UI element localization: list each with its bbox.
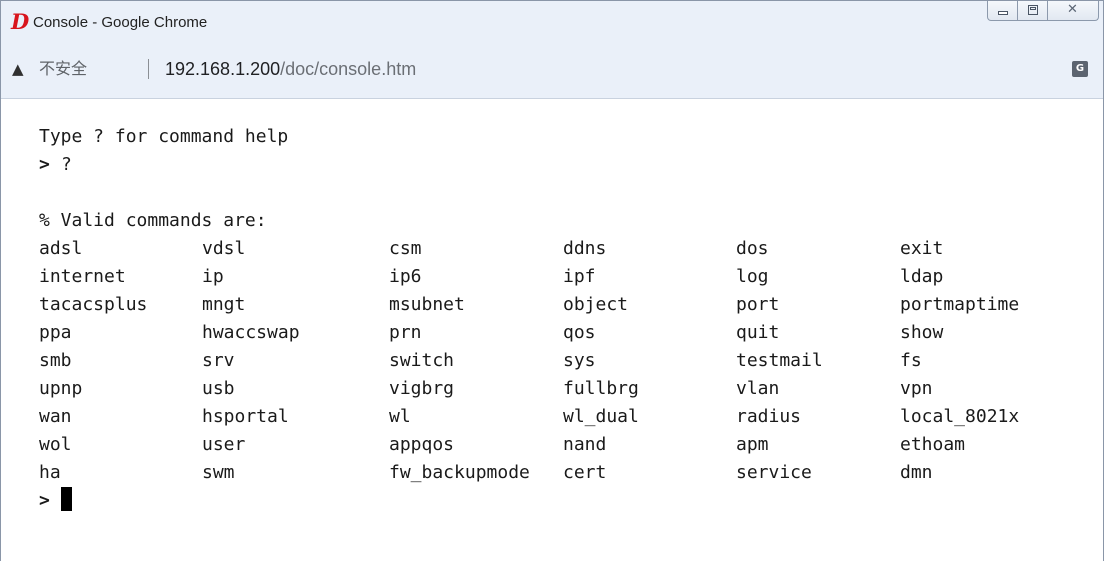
- address-divider: [148, 59, 149, 79]
- address-bar[interactable]: ▲ 不安全 192.168.1.200/doc/console.htm G: [1, 45, 1103, 99]
- command-item: exit: [900, 238, 944, 259]
- command-item: ip6: [389, 266, 422, 287]
- console-input-line: >?: [39, 151, 288, 179]
- title-bar: D Console - Google Chrome ✕: [1, 1, 1103, 45]
- command-item: adsl: [39, 238, 83, 259]
- command-item: port: [736, 294, 780, 315]
- command-item: ppa: [39, 322, 72, 343]
- maximize-button[interactable]: [1017, 1, 1048, 21]
- command-item: mngt: [202, 294, 246, 315]
- command-item: vigbrg: [389, 378, 455, 399]
- command-item: internet: [39, 266, 126, 287]
- command-row: internet ip ip6 ipf log ldap: [39, 263, 943, 291]
- command-item: swm: [202, 462, 235, 483]
- command-item: ethoam: [900, 434, 966, 455]
- command-item: fs: [900, 350, 922, 371]
- translate-icon[interactable]: G: [1072, 61, 1088, 77]
- command-row: adsl vdsl csm ddns dos exit: [39, 235, 943, 263]
- command-item: vpn: [900, 378, 933, 399]
- command-item: testmail: [736, 350, 823, 371]
- command-item: fw_backupmode: [389, 462, 530, 483]
- command-row: tacacsplus mngt msubnet object port portmapti…: [39, 291, 1019, 319]
- command-item: srv: [202, 350, 235, 371]
- url-field[interactable]: 192.168.1.200/doc/console.htm: [165, 58, 416, 80]
- close-button[interactable]: ✕: [1047, 1, 1099, 21]
- minimize-button[interactable]: [987, 1, 1018, 21]
- command-item: msubnet: [389, 294, 465, 315]
- command-item: fullbrg: [563, 378, 639, 399]
- console-output[interactable]: Type ? for command help >? % Valid comma…: [39, 123, 1019, 515]
- command-item: ha: [39, 462, 61, 483]
- command-item: user: [202, 434, 246, 455]
- command-item: sys: [563, 350, 596, 371]
- command-item: ddns: [563, 238, 607, 259]
- command-item: nand: [563, 434, 607, 455]
- prompt-marker: >: [39, 154, 50, 175]
- command-row: ha swm fw_backupmode cert service dmn: [39, 459, 933, 487]
- console-prompt-line[interactable]: >: [39, 487, 288, 515]
- url-host: 192.168.1.200: [165, 59, 281, 79]
- command-item: dos: [736, 238, 769, 259]
- command-row: wol user appqos nand apm ethoam: [39, 431, 965, 459]
- command-item: qos: [563, 322, 596, 343]
- command-row: ppa hwaccswap prn qos quit show: [39, 319, 943, 347]
- command-item: ipf: [563, 266, 596, 287]
- command-item: smb: [39, 350, 72, 371]
- browser-window: D Console - Google Chrome ✕ ▲ 不安全 192.16…: [0, 0, 1104, 561]
- command-item: apm: [736, 434, 769, 455]
- command-row: smb srv switch sys testmail fs: [39, 347, 922, 375]
- maximize-icon: [1028, 5, 1038, 15]
- command-item: prn: [389, 322, 422, 343]
- command-item: usb: [202, 378, 235, 399]
- command-item: vdsl: [202, 238, 246, 259]
- command-item: local_8021x: [900, 406, 1020, 427]
- app-logo-icon: D: [11, 9, 30, 34]
- command-item: tacacsplus: [39, 294, 148, 315]
- command-item: radius: [736, 406, 802, 427]
- prompt-marker: >: [39, 490, 50, 511]
- typed-command: ?: [61, 154, 72, 175]
- commands-header: % Valid commands are:: [39, 210, 267, 231]
- text-cursor[interactable]: [61, 487, 72, 511]
- command-item: switch: [389, 350, 455, 371]
- security-status-label[interactable]: 不安全: [39, 59, 87, 79]
- command-item: log: [736, 266, 769, 287]
- command-row: wan hsportal wl wl_dual radius local_8021x: [39, 403, 1019, 431]
- command-item: vlan: [736, 378, 780, 399]
- command-grid: adsl vdsl csm ddns dos exit internet ip ip6 ipf lo…: [39, 235, 1019, 487]
- command-item: ip: [202, 266, 224, 287]
- command-item: cert: [563, 462, 607, 483]
- command-item: ldap: [900, 266, 944, 287]
- command-item: service: [736, 462, 812, 483]
- window-title: Console - Google Chrome: [33, 14, 208, 31]
- command-item: portmaptime: [900, 294, 1020, 315]
- command-row: upnp usb vigbrg fullbrg vlan vpn: [39, 375, 933, 403]
- close-icon: ✕: [1067, 2, 1078, 17]
- command-item: show: [900, 322, 944, 343]
- command-item: wan: [39, 406, 72, 427]
- command-item: wl: [389, 406, 411, 427]
- command-item: hsportal: [202, 406, 289, 427]
- warning-icon[interactable]: ▲: [12, 59, 28, 79]
- command-item: wol: [39, 434, 72, 455]
- console-intro: Type ? for command help: [39, 126, 289, 147]
- command-item: dmn: [900, 462, 933, 483]
- minimize-icon: [998, 11, 1008, 15]
- command-item: upnp: [39, 378, 83, 399]
- command-item: quit: [736, 322, 780, 343]
- url-path: /doc/console.htm: [280, 59, 417, 79]
- command-item: csm: [389, 238, 422, 259]
- command-item: appqos: [389, 434, 455, 455]
- command-item: wl_dual: [563, 406, 639, 427]
- command-item: object: [563, 294, 629, 315]
- command-item: hwaccswap: [202, 322, 300, 343]
- window-controls: ✕: [987, 1, 1099, 23]
